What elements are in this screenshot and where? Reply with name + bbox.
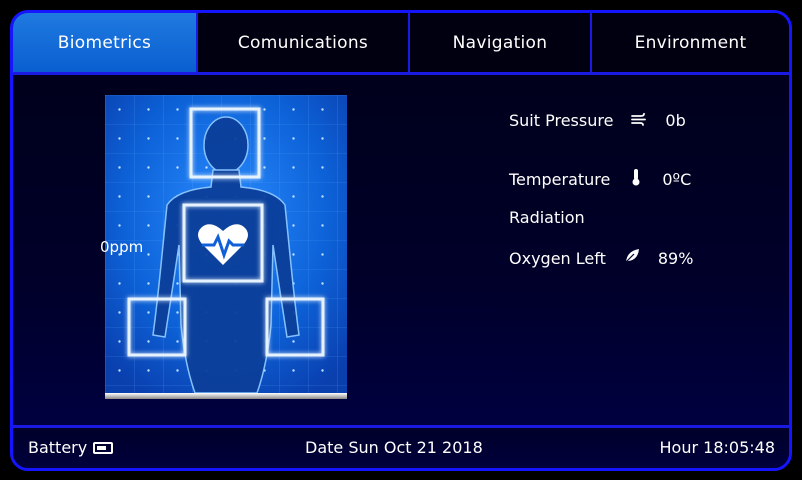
battery-status: Battery xyxy=(28,438,114,457)
oxygen-label: Oxygen Left xyxy=(509,248,606,268)
battery-icon xyxy=(93,441,114,454)
radiation-label: Radiation xyxy=(509,208,585,227)
date-readout: Date Sun Oct 21 2018 xyxy=(305,438,483,457)
suit-pressure-row: Suit Pressure 0b xyxy=(509,111,686,130)
oxygen-value: 89% xyxy=(657,248,694,268)
tab-environment[interactable]: Environment xyxy=(592,13,789,72)
suit-pressure-value: 0b xyxy=(665,111,686,130)
thermometer-icon xyxy=(628,168,644,190)
temperature-row: Temperature 0ºC xyxy=(509,168,691,190)
battery-label: Battery xyxy=(28,438,88,457)
wind-icon xyxy=(631,112,647,130)
leaf-icon xyxy=(624,248,640,268)
hour-readout: Hour 18:05:48 xyxy=(659,438,775,457)
biometrics-panel: 0ppm Suit Pressure 0b Temperature 0ºC Ra… xyxy=(13,75,789,425)
image-shadow xyxy=(105,393,347,399)
tab-comunications[interactable]: Comunications xyxy=(198,13,410,72)
status-footer: Battery Date Sun Oct 21 2018 Hour 18:05:… xyxy=(13,425,789,468)
radiation-row: Radiation xyxy=(509,208,585,227)
tab-biometrics[interactable]: Biometrics xyxy=(13,13,198,72)
oxygen-row: Oxygen Left 89% xyxy=(509,248,693,268)
temperature-label: Temperature xyxy=(509,169,611,189)
tab-navigation[interactable]: Navigation xyxy=(410,13,592,72)
app-frame: Biometrics Comunications Navigation Envi… xyxy=(10,10,792,471)
heart-rate-readout: 0ppm xyxy=(100,238,144,256)
temperature-value: 0ºC xyxy=(662,169,692,189)
tab-bar: Biometrics Comunications Navigation Envi… xyxy=(13,13,789,75)
suit-pressure-label: Suit Pressure xyxy=(509,111,614,130)
